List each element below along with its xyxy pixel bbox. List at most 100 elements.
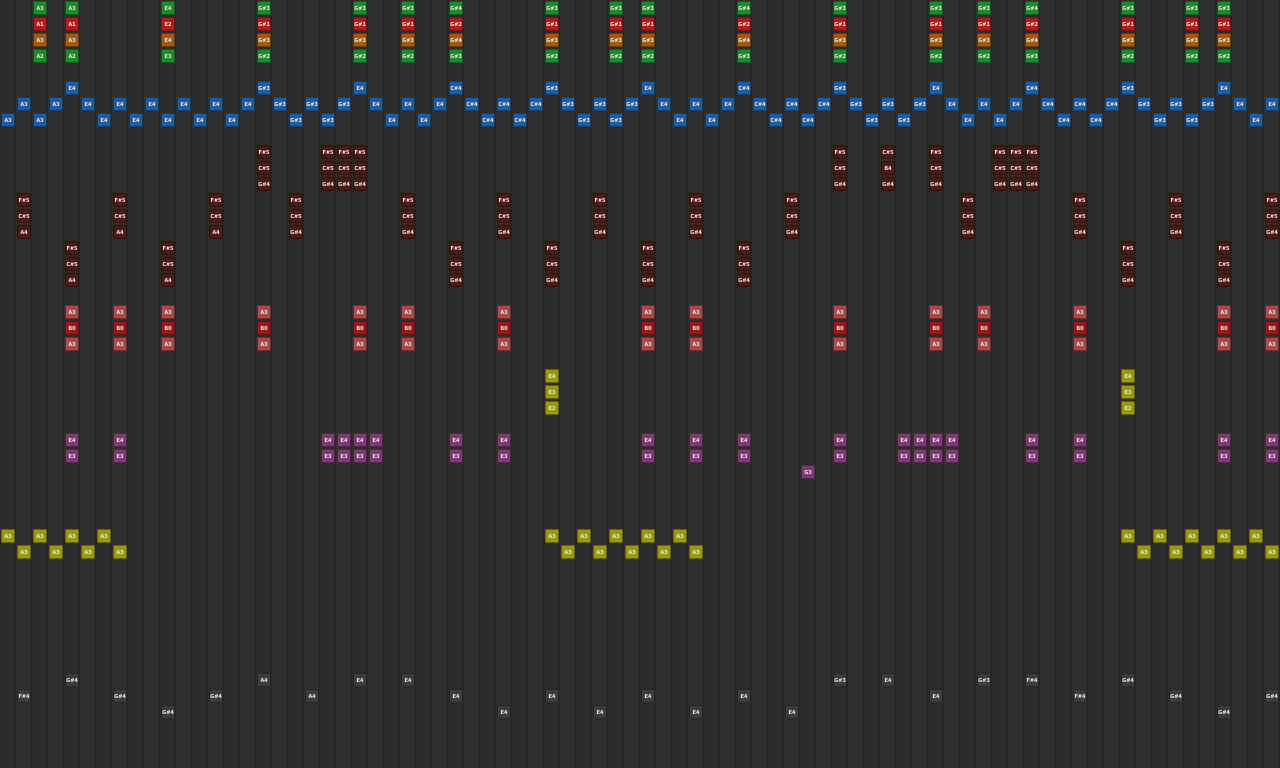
note-block[interactable]: F#5 — [929, 145, 943, 159]
note-block[interactable]: E4 — [929, 81, 943, 95]
note-block[interactable]: A3 — [1185, 529, 1199, 543]
note-block[interactable]: G#3 — [913, 97, 927, 111]
note-block[interactable]: E4 — [929, 689, 943, 703]
note-block[interactable]: E4 — [689, 433, 703, 447]
note-block[interactable]: B0 — [65, 321, 79, 335]
note-block[interactable]: A3 — [1217, 305, 1231, 319]
note-block[interactable]: G#4 — [881, 177, 895, 191]
note-block[interactable]: C#4 — [481, 113, 495, 127]
note-block[interactable]: G#2 — [737, 17, 751, 31]
note-block[interactable]: C#4 — [817, 97, 831, 111]
note-block[interactable]: F#5 — [497, 193, 511, 207]
note-block[interactable]: G#3 — [977, 1, 991, 15]
note-block[interactable]: E2 — [161, 17, 175, 31]
note-block[interactable]: G#3 — [449, 49, 463, 63]
note-block[interactable]: C#5 — [17, 209, 31, 223]
note-block[interactable]: E4 — [1265, 433, 1279, 447]
note-block[interactable]: A3 — [673, 529, 687, 543]
note-block[interactable]: C#4 — [801, 113, 815, 127]
note-block[interactable]: E3 — [113, 449, 127, 463]
note-block[interactable]: G#2 — [401, 49, 415, 63]
note-block[interactable]: G#1 — [1185, 17, 1199, 31]
note-block[interactable]: G#4 — [161, 705, 175, 719]
note-block[interactable]: A3 — [257, 305, 271, 319]
note-block[interactable]: F#5 — [1169, 193, 1183, 207]
note-block[interactable]: G#1 — [833, 17, 847, 31]
note-block[interactable]: C#5 — [1121, 257, 1135, 271]
note-block[interactable]: E4 — [433, 97, 447, 111]
note-block[interactable]: A3 — [1, 529, 15, 543]
note-block[interactable]: G#3 — [401, 33, 415, 47]
note-block[interactable]: A3 — [33, 33, 47, 47]
note-block[interactable]: C#5 — [1265, 209, 1279, 223]
note-block[interactable]: G#4 — [1265, 225, 1279, 239]
note-block[interactable]: E3 — [641, 449, 655, 463]
note-block[interactable]: G#3 — [545, 1, 559, 15]
note-block[interactable]: A3 — [1265, 545, 1279, 559]
note-block[interactable]: G#4 — [497, 225, 511, 239]
note-block[interactable]: A3 — [161, 337, 175, 351]
note-block[interactable]: E4 — [641, 433, 655, 447]
note-block[interactable]: E3 — [1265, 449, 1279, 463]
note-block[interactable]: E4 — [1217, 433, 1231, 447]
note-block[interactable]: C#5 — [353, 161, 367, 175]
note-block[interactable]: E4 — [369, 433, 383, 447]
note-block[interactable]: E3 — [1073, 449, 1087, 463]
note-block[interactable]: A3 — [1201, 545, 1215, 559]
note-block[interactable]: E4 — [913, 433, 927, 447]
note-block[interactable]: F#5 — [737, 241, 751, 255]
note-block[interactable]: E4 — [161, 113, 175, 127]
note-block[interactable]: A3 — [1, 113, 15, 127]
note-block[interactable]: C#5 — [929, 161, 943, 175]
note-block[interactable]: F#4 — [1073, 689, 1087, 703]
note-block[interactable]: G#4 — [1169, 225, 1183, 239]
note-block[interactable]: C#5 — [993, 161, 1007, 175]
note-block[interactable]: G#4 — [961, 225, 975, 239]
note-block[interactable]: G#3 — [977, 673, 991, 687]
note-block[interactable]: C#5 — [65, 257, 79, 271]
note-block[interactable]: E4 — [1265, 97, 1279, 111]
note-block[interactable]: C#5 — [593, 209, 607, 223]
note-block[interactable]: G#4 — [65, 673, 79, 687]
note-block[interactable]: G#4 — [833, 177, 847, 191]
note-block[interactable]: A3 — [113, 337, 127, 351]
note-block[interactable]: G#3 — [641, 1, 655, 15]
note-block[interactable]: F#5 — [641, 241, 655, 255]
note-block[interactable]: G#2 — [977, 49, 991, 63]
note-block[interactable]: G#2 — [609, 49, 623, 63]
note-block[interactable]: A4 — [65, 273, 79, 287]
note-block[interactable]: E3 — [737, 449, 751, 463]
note-block[interactable]: C#5 — [641, 257, 655, 271]
note-block[interactable]: C#4 — [737, 81, 751, 95]
note-block[interactable]: B0 — [113, 321, 127, 335]
note-block[interactable]: A3 — [1265, 337, 1279, 351]
note-block[interactable]: A3 — [641, 529, 655, 543]
note-block[interactable]: A3 — [609, 529, 623, 543]
note-block[interactable]: G#3 — [881, 97, 895, 111]
note-block[interactable]: G#4 — [449, 273, 463, 287]
note-block[interactable]: E4 — [641, 689, 655, 703]
note-block[interactable]: E4 — [545, 689, 559, 703]
note-block[interactable]: A3 — [833, 305, 847, 319]
note-block[interactable]: G#3 — [353, 33, 367, 47]
note-block[interactable]: B0 — [401, 321, 415, 335]
note-block[interactable]: E3 — [321, 449, 335, 463]
note-block[interactable]: A3 — [113, 305, 127, 319]
note-block[interactable]: C#4 — [785, 97, 799, 111]
note-block[interactable]: E3 — [65, 449, 79, 463]
note-block[interactable]: E4 — [401, 97, 415, 111]
note-block[interactable]: E4 — [161, 33, 175, 47]
note-block[interactable]: G#3 — [929, 33, 943, 47]
note-block[interactable]: E4 — [961, 113, 975, 127]
note-block[interactable]: E3 — [337, 449, 351, 463]
note-block[interactable]: A4 — [17, 225, 31, 239]
note-block[interactable]: G#1 — [1217, 17, 1231, 31]
note-block[interactable]: E3 — [897, 449, 911, 463]
note-block[interactable]: A3 — [833, 337, 847, 351]
note-block[interactable]: G#3 — [737, 49, 751, 63]
note-block[interactable]: G#3 — [561, 97, 575, 111]
note-block[interactable]: F#5 — [1265, 193, 1279, 207]
note-block[interactable]: C#5 — [401, 209, 415, 223]
note-block[interactable]: F#5 — [289, 193, 303, 207]
note-block[interactable]: E4 — [881, 673, 895, 687]
